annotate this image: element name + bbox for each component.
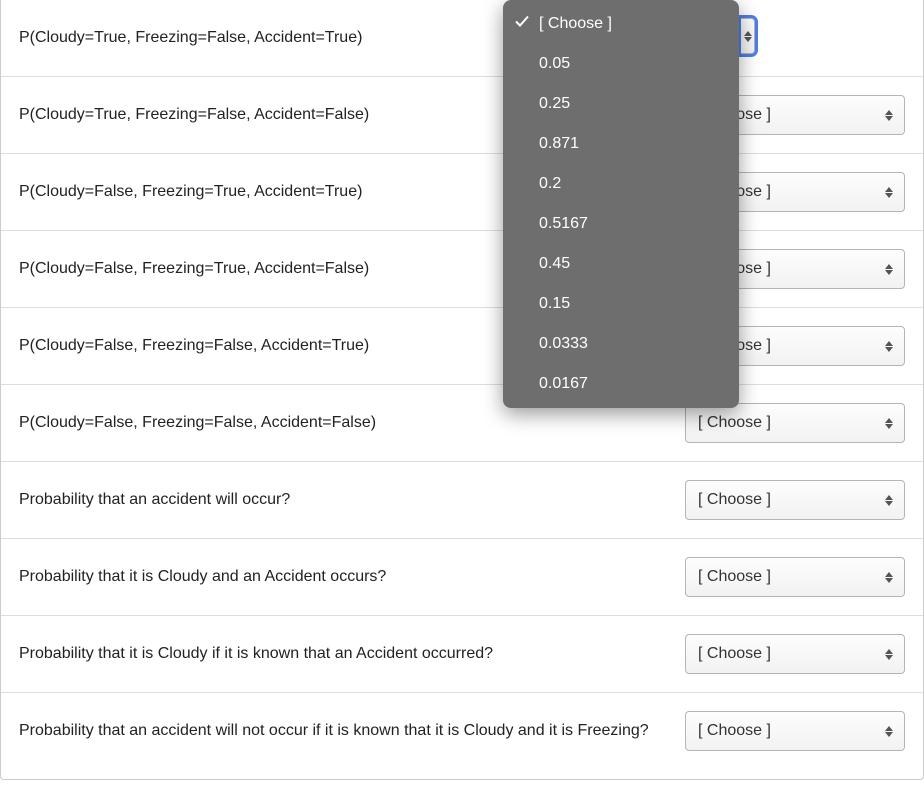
question-panel: [ Choose ] 0.05 0.25 0.871 0.2 0.5167 0.…: [0, 0, 924, 780]
dropdown-option-label: 0.05: [539, 55, 570, 73]
dropdown-option-label: 0.5167: [539, 215, 588, 233]
question-row: Probability that an accident will occur?…: [1, 462, 923, 539]
dropdown-option[interactable]: 0.0333: [503, 324, 739, 364]
dropdown-option[interactable]: 0.45: [503, 244, 739, 284]
dropdown-option[interactable]: 0.25: [503, 84, 739, 124]
dropdown-option-label: 0.0167: [539, 375, 588, 393]
question-row: P(Cloudy=False, Freezing=False, Accident…: [1, 308, 923, 385]
answer-select[interactable]: [ Choose ]: [685, 557, 905, 597]
chevron-updown-icon: [884, 187, 894, 198]
answer-select[interactable]: [ Choose ]: [685, 711, 905, 751]
answer-select[interactable]: [ Choose ]: [685, 634, 905, 674]
select-value: [ Choose ]: [698, 414, 771, 432]
select-value: [ Choose ]: [698, 722, 771, 740]
check-icon: [515, 15, 529, 34]
question-row: P(Cloudy=False, Freezing=False, Accident…: [1, 385, 923, 462]
dropdown-option-label: 0.25: [539, 95, 570, 113]
chevron-updown-icon: [884, 572, 894, 583]
chevron-updown-icon: [884, 341, 894, 352]
chevron-updown-icon: [884, 495, 894, 506]
chevron-updown-icon: [884, 418, 894, 429]
question-label: P(Cloudy=False, Freezing=False, Accident…: [19, 413, 685, 433]
dropdown-option[interactable]: 0.5167: [503, 204, 739, 244]
question-row: Probability that it is Cloudy if it is k…: [1, 616, 923, 693]
question-row: P(Cloudy=True, Freezing=False, Accident=…: [1, 77, 923, 154]
dropdown-option-label: 0.2: [539, 175, 561, 193]
chevron-updown-icon: [884, 264, 894, 275]
chevron-updown-icon: [743, 31, 753, 42]
dropdown-option[interactable]: 0.2: [503, 164, 739, 204]
answer-select[interactable]: [ Choose ]: [685, 403, 905, 443]
dropdown-option[interactable]: 0.15: [503, 284, 739, 324]
dropdown-option-label: [ Choose ]: [539, 15, 612, 33]
question-row: Probability that it is Cloudy and an Acc…: [1, 539, 923, 616]
question-row: P(Cloudy=False, Freezing=True, Accident=…: [1, 154, 923, 231]
select-value: [ Choose ]: [698, 645, 771, 663]
select-value: [ Choose ]: [698, 491, 771, 509]
dropdown-menu[interactable]: [ Choose ] 0.05 0.25 0.871 0.2 0.5167 0.…: [503, 0, 739, 408]
select-caret-behind-dropdown[interactable]: [741, 18, 755, 54]
question-row: P(Cloudy=False, Freezing=True, Accident=…: [1, 231, 923, 308]
question-label: Probability that it is Cloudy if it is k…: [19, 644, 685, 664]
dropdown-option[interactable]: 0.0167: [503, 364, 739, 404]
chevron-updown-icon: [884, 726, 894, 737]
dropdown-option[interactable]: 0.871: [503, 124, 739, 164]
dropdown-option-placeholder[interactable]: [ Choose ]: [503, 4, 739, 44]
dropdown-option-label: 0.0333: [539, 335, 588, 353]
chevron-updown-icon: [884, 649, 894, 660]
dropdown-option-label: 0.15: [539, 295, 570, 313]
question-row: P(Cloudy=True, Freezing=False, Accident=…: [1, 0, 923, 77]
chevron-updown-icon: [884, 110, 894, 121]
question-row: Probability that an accident will not oc…: [1, 693, 923, 769]
dropdown-option-label: 0.871: [539, 135, 579, 153]
dropdown-option-label: 0.45: [539, 255, 570, 273]
question-label: Probability that it is Cloudy and an Acc…: [19, 567, 685, 587]
dropdown-option[interactable]: 0.05: [503, 44, 739, 84]
question-label: Probability that an accident will not oc…: [19, 721, 685, 741]
question-label: Probability that an accident will occur?: [19, 490, 685, 510]
select-value: [ Choose ]: [698, 568, 771, 586]
answer-select[interactable]: [ Choose ]: [685, 480, 905, 520]
